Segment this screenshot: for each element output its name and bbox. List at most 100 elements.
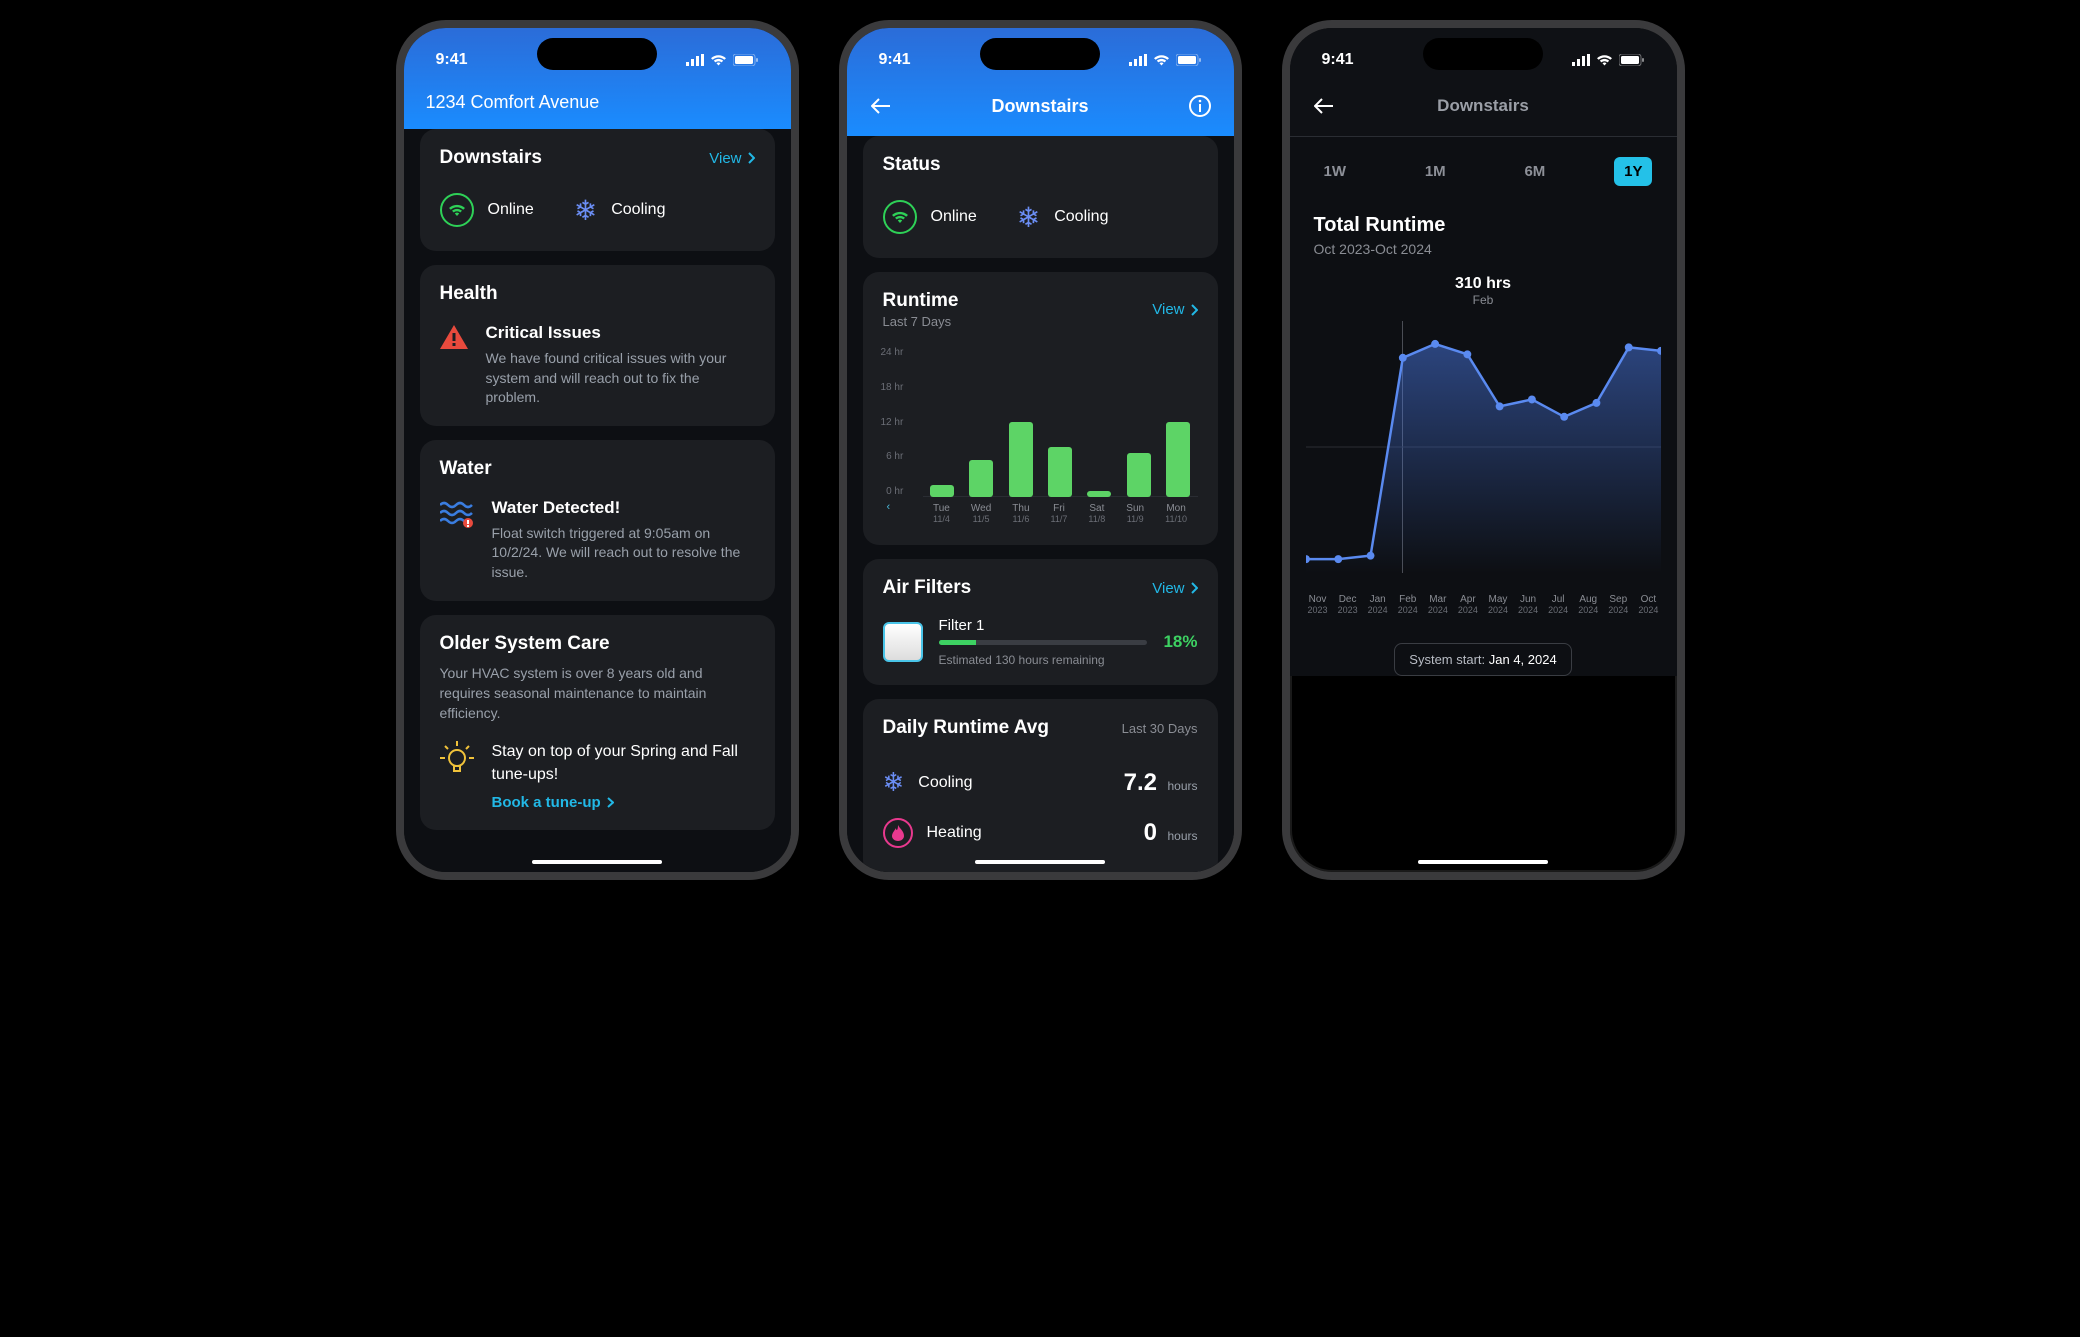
segment-1M[interactable]: 1M xyxy=(1415,157,1456,186)
view-link[interactable]: View xyxy=(1152,580,1197,597)
signal-icon xyxy=(1572,54,1590,66)
status-icons xyxy=(1129,54,1202,66)
warning-icon xyxy=(440,325,468,349)
bar[interactable] xyxy=(1166,422,1190,497)
notch xyxy=(537,38,657,70)
runtime-sub: Last 7 Days xyxy=(883,314,959,329)
runtime-card: Runtime Last 7 Days View ‹ 24 hr18 hr12 … xyxy=(863,272,1218,545)
phone-home: 9:41 1234 Comfort Avenue Downstairs View xyxy=(396,20,799,880)
care-card: Older System Care Your HVAC system is ov… xyxy=(420,615,775,831)
health-issue-desc: We have found critical issues with your … xyxy=(486,349,755,408)
home-indicator[interactable] xyxy=(1418,860,1548,864)
chevron-right-icon xyxy=(1191,304,1198,316)
battery-icon xyxy=(1176,54,1202,66)
filter-item[interactable]: Filter 1 Estimated 130 hours remaining 1… xyxy=(883,617,1198,667)
filters-card: Air Filters View Filter 1 Estimated 130 … xyxy=(863,559,1218,685)
bar[interactable] xyxy=(1009,422,1033,497)
segment-1W[interactable]: 1W xyxy=(1314,157,1357,186)
water-icon xyxy=(440,500,474,528)
status-card: Status Online ❄ Cooling xyxy=(863,136,1218,258)
bar[interactable] xyxy=(930,485,954,498)
content: Downstairs View Online ❄ Cooling xyxy=(404,129,791,880)
water-alert-title: Water Detected! xyxy=(492,498,755,518)
water-title: Water xyxy=(440,458,492,480)
health-issue-title: Critical Issues xyxy=(486,323,755,343)
book-tuneup-link[interactable]: Book a tune-up xyxy=(492,794,614,811)
status-icons xyxy=(686,54,759,66)
filter-icon xyxy=(883,622,923,662)
notch xyxy=(1423,38,1543,70)
system-start-tag: System start: Jan 4, 2024 xyxy=(1394,643,1571,676)
avg-heating: Heating 0 hours xyxy=(883,808,1198,858)
water-card[interactable]: Water Water Detected! Float switch trigg… xyxy=(420,440,775,601)
wifi-icon xyxy=(710,54,727,66)
snowflake-icon: ❄ xyxy=(883,767,905,798)
runtime-title: Total Runtime xyxy=(1314,214,1653,237)
zone-card[interactable]: Downstairs View Online ❄ Cooling xyxy=(420,129,775,251)
nav-title: Downstairs xyxy=(1437,96,1529,116)
info-button[interactable] xyxy=(1186,92,1214,120)
wifi-icon xyxy=(1153,54,1170,66)
status-time: 9:41 xyxy=(879,51,911,69)
signal-icon xyxy=(686,54,704,66)
chevron-right-icon xyxy=(607,797,614,808)
status-title: Status xyxy=(883,154,941,176)
lightbulb-icon xyxy=(440,741,474,775)
health-title: Health xyxy=(440,283,498,305)
view-link[interactable]: View xyxy=(1152,301,1197,318)
battery-icon xyxy=(733,54,759,66)
battery-icon xyxy=(1619,54,1645,66)
segment-6M[interactable]: 6M xyxy=(1514,157,1555,186)
runtime-title: Runtime xyxy=(883,290,959,312)
back-button[interactable] xyxy=(867,92,895,120)
runtime-line-chart[interactable]: 310 hrs Feb Nov2023Dec2023Jan2024Feb2024… xyxy=(1306,275,1661,615)
snowflake-icon: ❄ xyxy=(1017,201,1040,234)
home-indicator[interactable] xyxy=(532,860,662,864)
content: Status Online ❄ Cooling Runtime Last 7 xyxy=(847,136,1234,880)
daily-title: Daily Runtime Avg xyxy=(883,717,1049,739)
chevron-right-icon xyxy=(748,152,755,164)
content: 1W 1M 6M 1Y Total Runtime Oct 2023-Oct 2024… xyxy=(1290,137,1677,676)
wifi-online-icon xyxy=(440,193,474,227)
daily-sub: Last 30 Days xyxy=(1122,721,1198,736)
care-title: Older System Care xyxy=(440,633,755,655)
status-online: Online xyxy=(883,200,977,234)
filter-percent: 18% xyxy=(1163,632,1197,652)
daily-avg-card: Daily Runtime Avg Last 30 Days ❄ Cooling… xyxy=(863,699,1218,876)
segment-1Y[interactable]: 1Y xyxy=(1614,157,1652,186)
signal-icon xyxy=(1129,54,1147,66)
status-time: 9:41 xyxy=(1322,51,1354,69)
back-button[interactable] xyxy=(1310,92,1338,120)
runtime-bar-chart[interactable]: ‹ 24 hr18 hr12 hr6 hr0 hr Tue11/4Wed11/5… xyxy=(901,347,1198,527)
filter-progress xyxy=(939,640,1148,645)
filters-title: Air Filters xyxy=(883,577,972,599)
bar[interactable] xyxy=(1048,447,1072,497)
tip-text: Stay on top of your Spring and Fall tune… xyxy=(492,741,755,786)
runtime-range: Oct 2023-Oct 2024 xyxy=(1314,241,1653,257)
zone-name: Downstairs xyxy=(440,147,542,169)
phone-runtime-graph: 9:41 Downstairs 1W 1M 6M 1Y Total Runtime O… xyxy=(1282,20,1685,880)
phone-zone-detail: 9:41 Downstairs Status xyxy=(839,20,1242,880)
wifi-online-icon xyxy=(883,200,917,234)
avg-cooling: ❄ Cooling 7.2 hours xyxy=(883,757,1198,808)
health-card[interactable]: Health Critical Issues We have found cri… xyxy=(420,265,775,426)
chevron-right-icon xyxy=(1191,582,1198,594)
water-alert-desc: Float switch triggered at 9:05am on 10/2… xyxy=(492,524,755,583)
bar[interactable] xyxy=(1087,491,1111,497)
filter-name: Filter 1 xyxy=(939,617,1148,634)
wifi-icon xyxy=(1596,54,1613,66)
scroll-left-icon[interactable]: ‹ xyxy=(887,501,891,513)
view-link[interactable]: View xyxy=(709,150,754,167)
nav-title: Downstairs xyxy=(991,96,1088,117)
notch xyxy=(980,38,1100,70)
status-mode: ❄ Cooling xyxy=(1017,200,1109,234)
snowflake-icon: ❄ xyxy=(574,194,597,227)
care-desc: Your HVAC system is over 8 years old and… xyxy=(440,663,755,724)
status-mode: ❄ Cooling xyxy=(574,193,666,227)
home-indicator[interactable] xyxy=(975,860,1105,864)
status-time: 9:41 xyxy=(436,51,468,69)
bar[interactable] xyxy=(969,460,993,498)
flame-icon xyxy=(883,818,913,848)
bar[interactable] xyxy=(1127,453,1151,497)
status-online: Online xyxy=(440,193,534,227)
